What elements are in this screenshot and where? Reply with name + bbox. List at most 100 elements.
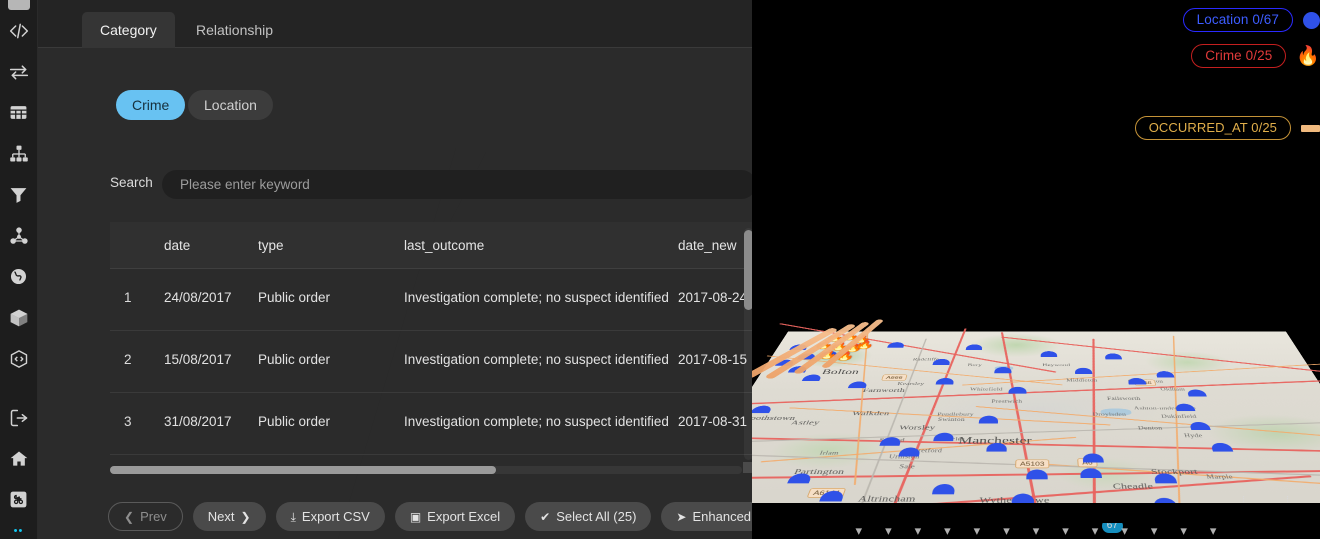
location-marker[interactable]: [787, 473, 813, 483]
route-icon[interactable]: ▾: [944, 523, 951, 539]
code-icon[interactable]: [0, 10, 38, 51]
map-place-label: Heywood: [1042, 363, 1070, 367]
legend-badge-location[interactable]: Location 0/67: [1183, 8, 1293, 32]
table-vertical-scroll-thumb[interactable]: [744, 230, 752, 310]
scrollbar-corner: [743, 462, 752, 473]
cluster-icon[interactable]: ▾67: [1092, 523, 1099, 539]
legend-row-crime: Crime 0/25 🔥: [1120, 44, 1320, 68]
command-icon[interactable]: [0, 479, 38, 520]
map-toolbar[interactable]: ▾ ▾ ▾ ▾ ▾ ▾ ▾ ▾ ▾67 ▾ ▾ ▾ ▾: [752, 523, 1320, 539]
table-row[interactable]: 3 31/08/2017 Public order Investigation …: [110, 393, 752, 455]
settings-icon[interactable]: ▾: [1210, 523, 1217, 539]
search-row: Search: [110, 170, 752, 199]
location-marker[interactable]: [1075, 368, 1093, 374]
block-icon[interactable]: [8, 0, 30, 10]
measure-icon[interactable]: ▾: [1180, 523, 1187, 539]
location-marker[interactable]: [887, 342, 905, 348]
legend-row-location: Location 0/67: [1120, 8, 1320, 32]
pin-icon[interactable]: ▾: [856, 523, 863, 539]
map-road: [1092, 339, 1096, 531]
next-button[interactable]: Next ❯: [193, 502, 266, 531]
search-input[interactable]: [162, 170, 752, 199]
layers-icon[interactable]: ▾: [885, 523, 892, 539]
prev-button[interactable]: ❮ Prev: [108, 502, 183, 531]
add-icon[interactable]: ▾: [1121, 523, 1128, 539]
location-marker[interactable]: [1041, 351, 1058, 357]
chart-icon[interactable]: ▾: [974, 523, 981, 539]
location-marker[interactable]: [1127, 378, 1146, 385]
legend-badge-occurred-at[interactable]: OCCURRED_AT 0/25: [1135, 116, 1291, 140]
graph-network-icon[interactable]: [0, 215, 38, 256]
building-icon[interactable]: ▾: [915, 523, 922, 539]
export-csv-button[interactable]: ⤓ Export CSV: [276, 502, 385, 531]
column-header-last-outcome[interactable]: last_outcome: [404, 238, 484, 253]
table-row[interactable]: 2 15/08/2017 Public order Investigation …: [110, 331, 752, 393]
location-marker[interactable]: [1210, 443, 1233, 452]
map-place-label: Prestwich: [991, 399, 1022, 404]
location-marker[interactable]: [879, 437, 901, 446]
download-icon: ⤓: [291, 511, 296, 523]
location-marker[interactable]: [966, 344, 983, 350]
chip-crime[interactable]: Crime: [116, 90, 185, 120]
select-all-label: Select All (25): [556, 502, 636, 531]
location-marker[interactable]: [994, 367, 1011, 373]
location-marker[interactable]: [1080, 468, 1102, 478]
home-icon[interactable]: [0, 438, 38, 479]
chip-location[interactable]: Location: [188, 90, 273, 120]
dot-icon[interactable]: ▾: [1151, 523, 1158, 539]
cell-date: 15/08/2017: [164, 352, 232, 367]
map-road: [752, 379, 1320, 405]
location-marker[interactable]: [752, 406, 773, 413]
map-place-label: Marple: [1205, 473, 1234, 480]
cube-icon[interactable]: [0, 297, 38, 338]
legend-badge-crime[interactable]: Crime 0/25: [1191, 44, 1286, 68]
table-row[interactable]: 1 24/08/2017 Public order Investigation …: [110, 269, 752, 331]
location-marker[interactable]: [898, 448, 921, 457]
funnel-icon[interactable]: [0, 174, 38, 215]
column-header-date[interactable]: date: [164, 238, 190, 253]
location-marker[interactable]: [933, 433, 954, 441]
panel-tabs[interactable]: Category Relationship: [38, 0, 752, 48]
sitemap-icon[interactable]: [0, 133, 38, 174]
location-marker[interactable]: [1186, 390, 1206, 397]
location-marker[interactable]: [979, 416, 999, 424]
cell-index: 2: [124, 352, 132, 367]
column-header-type[interactable]: type: [258, 238, 284, 253]
hexagon-code-icon[interactable]: [0, 338, 38, 379]
location-marker[interactable]: [986, 443, 1007, 452]
location-marker[interactable]: [932, 484, 956, 494]
card-icon[interactable]: ▾: [1003, 523, 1010, 539]
enhanced-table-button[interactable]: ➤ Enhanced Table: [661, 502, 752, 531]
location-marker[interactable]: [1008, 387, 1026, 394]
location-marker[interactable]: [936, 378, 955, 385]
map-place-label: Failsworth: [1107, 396, 1141, 401]
export-excel-button[interactable]: ▣ Export Excel: [395, 502, 515, 531]
tab-category[interactable]: Category: [82, 12, 175, 48]
info-icon[interactable]: ▾: [1033, 523, 1040, 539]
location-marker[interactable]: [933, 359, 951, 365]
globe-icon[interactable]: [0, 256, 38, 297]
map-place-label: Denton: [1137, 425, 1163, 430]
icon-rail[interactable]: ••: [0, 0, 38, 539]
grid-table-icon[interactable]: [0, 92, 38, 133]
select-all-button[interactable]: ✔ Select All (25): [525, 502, 651, 531]
map-place-label: Boothstown: [752, 414, 797, 422]
filter-icon[interactable]: ▾: [1062, 523, 1069, 539]
location-marker[interactable]: [1104, 353, 1122, 359]
map-3d-plane[interactable]: BoltonFarnworthWalkdenWorsleyAstleyBooth…: [752, 332, 1320, 527]
arrows-exchange-icon[interactable]: [0, 51, 38, 92]
location-marker[interactable]: [802, 375, 823, 381]
tab-relationship[interactable]: Relationship: [178, 12, 291, 48]
legend-row-occurred-at: OCCURRED_AT 0/25: [1120, 116, 1320, 140]
cell-date: 24/08/2017: [164, 290, 232, 305]
table-horizontal-scroll-thumb[interactable]: [110, 466, 496, 474]
location-marker[interactable]: [1082, 453, 1104, 462]
export-csv-label: Export CSV: [302, 502, 370, 531]
cell-date-new: 2017-08-24: [678, 290, 747, 305]
logout-icon[interactable]: [0, 397, 38, 438]
location-marker[interactable]: [1026, 470, 1047, 480]
column-header-date-new[interactable]: date_new: [678, 238, 737, 253]
excel-file-icon: ▣: [410, 511, 421, 523]
location-marker[interactable]: [1189, 422, 1211, 430]
location-marker[interactable]: [848, 381, 868, 388]
